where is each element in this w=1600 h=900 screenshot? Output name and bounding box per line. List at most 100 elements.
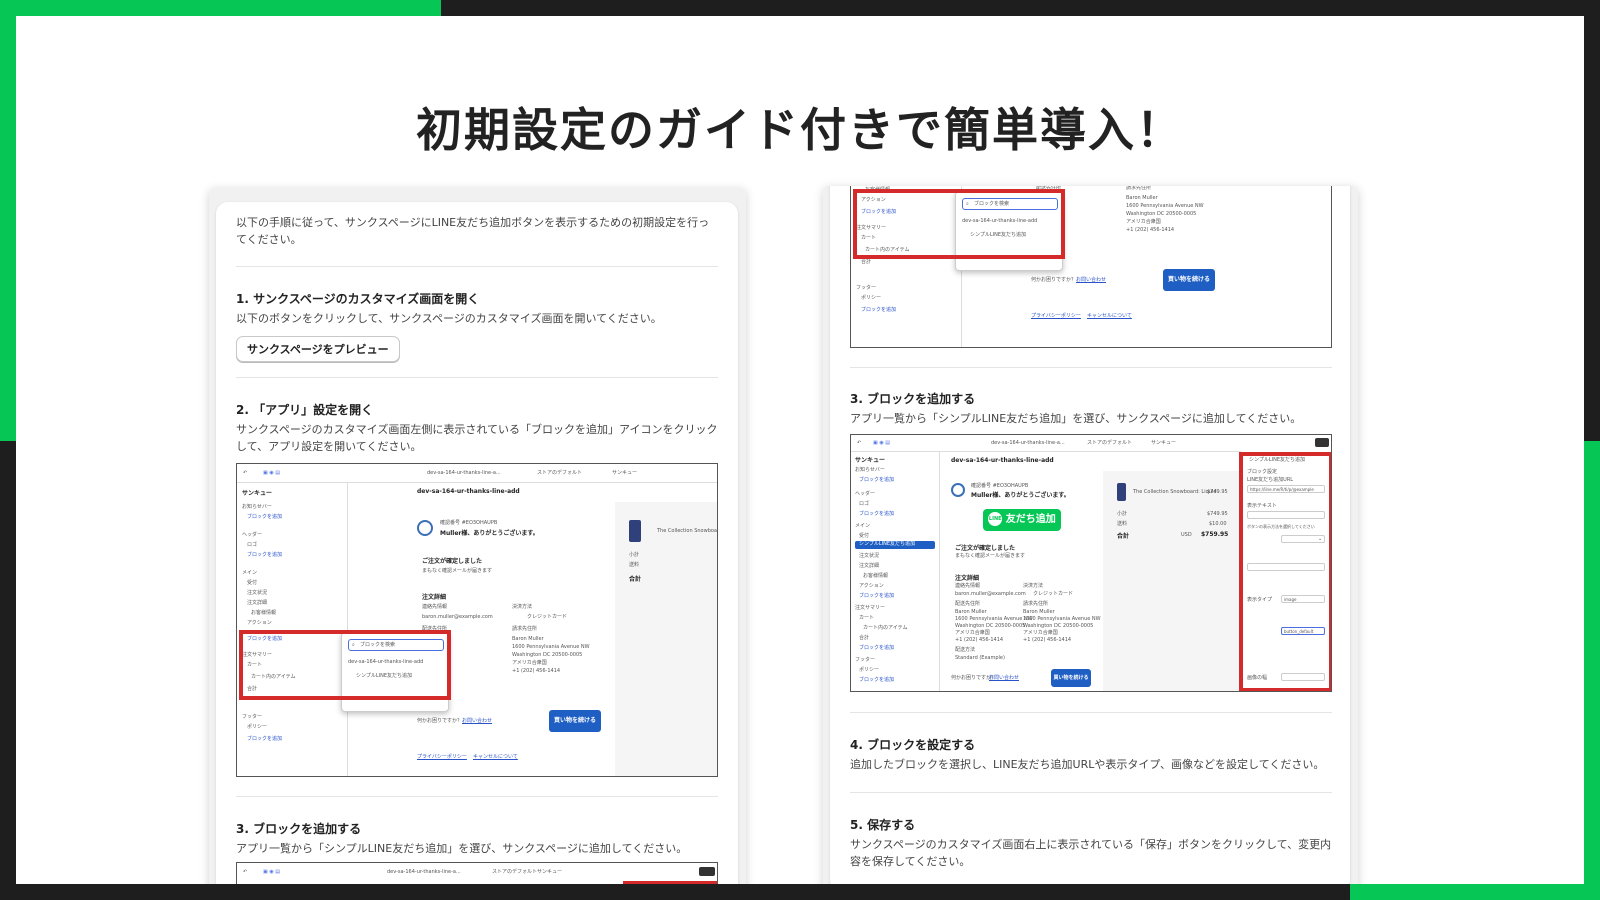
selected-app-label: シンプルLINE友だち追加 xyxy=(859,541,916,547)
continue-button[interactable]: 買い物を続ける xyxy=(1051,669,1091,687)
undo-icon: ↶ xyxy=(243,869,248,875)
highlight-box xyxy=(623,881,717,884)
billing-addr1: 1600 Pennsylvania Avenue NW xyxy=(1023,616,1101,622)
billing-name: Baron Muller xyxy=(1126,195,1158,201)
shipping-standard: Standard (Example) xyxy=(955,655,1005,661)
screenshot-add-app-partial: ↶ ▣ ◉ ▤ dev-sa-164-ur-thanks-line-a... ス… xyxy=(236,862,718,884)
privacy-link[interactable]: プライバシーポリシー xyxy=(417,754,467,761)
sidebar-add-block[interactable]: ブロックを追加 xyxy=(861,307,896,314)
page-title: 初期設定のガイド付きで簡単導入！ xyxy=(416,103,1184,157)
total-label: 合計 xyxy=(1117,533,1130,540)
contact-info: 連絡先情報 xyxy=(422,604,448,610)
sidebar-cart-items[interactable]: カート内のアイテム xyxy=(863,625,908,632)
sidebar-main: メイン xyxy=(855,523,871,529)
order-details: 注文詳細 xyxy=(422,594,447,601)
sidebar-add-block[interactable]: ブロックを追加 xyxy=(859,477,894,484)
intro-text: 以下の手順に従って、サンクスページにLINE友だち追加ボタンを表示するための初期… xyxy=(236,216,710,246)
cancel-link[interactable]: キャンセルについて xyxy=(473,754,518,761)
layout-icons: ▣ ◉ ▤ xyxy=(263,869,280,875)
sidebar-thanks[interactable]: 受付 xyxy=(859,533,869,540)
privacy-link[interactable]: プライバシーポリシー xyxy=(1031,313,1081,320)
billing-addr1: 1600 Pennsylvania Avenue NW xyxy=(1126,203,1204,209)
billing-name: Baron Muller xyxy=(512,636,544,642)
subtotal-value: $749.95 xyxy=(1207,511,1228,517)
billing-addr2: Washington DC 20500-0005 xyxy=(512,652,583,658)
contact-link[interactable]: お問い合わせ xyxy=(1076,277,1106,284)
help-text: 何かお困りですか？ xyxy=(1031,277,1077,283)
sidebar-add-block[interactable]: ブロックを追加 xyxy=(859,645,894,652)
page-label: サンキュー xyxy=(1151,440,1177,446)
billing-country: アメリカ合衆国 xyxy=(1126,219,1161,225)
sidebar-status[interactable]: 注文状況 xyxy=(859,553,879,560)
confirm-mail: まもなく確認メールが届きます xyxy=(955,553,1026,559)
continue-button[interactable]: 買い物を続ける xyxy=(549,710,601,732)
sidebar-details[interactable]: 注文詳細 xyxy=(247,600,267,607)
sidebar-add-block[interactable]: ブロックを追加 xyxy=(247,514,282,521)
step5-desc: サンクスページのカスタマイズ画面右上に表示されている「保存」ボタンをクリックして… xyxy=(850,838,1332,868)
sidebar-title: サンキュー xyxy=(242,490,273,497)
step4-title: 4. ブロックを設定する xyxy=(850,738,976,752)
sidebar-logo[interactable]: ロゴ xyxy=(859,501,869,508)
sidebar-add-block[interactable]: ブロックを追加 xyxy=(247,552,282,559)
sidebar-selected-app[interactable]: シンプルLINE友だち追加 xyxy=(855,541,935,549)
contact-link[interactable]: お問い合わせ xyxy=(462,718,492,725)
layout-icons: ▣ ◉ ▤ xyxy=(873,440,890,446)
save-button[interactable] xyxy=(1315,438,1329,447)
order-number: 確認番号 #EO3OHAUPB xyxy=(971,483,1029,489)
sidebar-add-block[interactable]: ブロックを追加 xyxy=(247,736,282,743)
highlight-box xyxy=(1239,452,1331,691)
check-icon xyxy=(417,520,433,536)
topbar-line xyxy=(237,482,717,483)
line-add-friend-button[interactable]: LINE 友だち追加 xyxy=(983,509,1061,531)
sidebar-footer: フッター xyxy=(856,285,877,291)
theme-label: ストアのデフォルト xyxy=(537,470,583,476)
shipping-addr1: 1600 Pennsylvania Avenue NW xyxy=(955,616,1033,622)
save-button[interactable] xyxy=(699,867,715,876)
layout-icons: ▣ ◉ ▤ xyxy=(263,470,280,476)
subtotal-label: 小計 xyxy=(629,552,640,558)
billing-country: アメリカ合衆国 xyxy=(1023,630,1058,636)
sidebar-title: サンキュー xyxy=(855,457,886,464)
continue-button[interactable]: 買い物を続ける xyxy=(1163,269,1215,291)
shipping-method: 配送方法 xyxy=(955,647,976,653)
step3-desc: アプリ一覧から「シンプルLINE友だち追加」を選び、サンクスページに追加してくだ… xyxy=(236,842,688,855)
divider xyxy=(850,367,1332,368)
preview-button[interactable]: サンクスページをプレビュー xyxy=(236,336,400,362)
contact-info: 連絡先情報 xyxy=(955,583,981,589)
sidebar-cart[interactable]: カート xyxy=(859,615,874,622)
sidebar-policy[interactable]: ポリシー xyxy=(247,724,267,731)
sidebar-policy[interactable]: ポリシー xyxy=(859,667,879,674)
check-icon xyxy=(951,483,965,497)
step5-title: 5. 保存する xyxy=(850,818,916,832)
sidebar-divider xyxy=(939,451,940,691)
sidebar-logo[interactable]: ロゴ xyxy=(247,542,257,549)
step1-title: 1. サンクスページのカスタマイズ画面を開く xyxy=(236,292,480,306)
sidebar-action[interactable]: アクション xyxy=(859,583,884,590)
screenshot-add-block: ↶ ▣ ◉ ▤ dev-sa-164-ur-thanks-line-a... ス… xyxy=(236,463,718,777)
card: クレジットカード xyxy=(1033,591,1074,597)
sidebar-status[interactable]: 注文状況 xyxy=(247,590,267,597)
sidebar-contact[interactable]: お客様情報 xyxy=(251,610,276,617)
left-panel: 以下の手順に従って、サンクスページにLINE友だち追加ボタンを表示するための初期… xyxy=(209,188,746,884)
page-label: サンキュー xyxy=(612,470,638,476)
total-label: 合計 xyxy=(629,576,642,583)
shipping-addr2: Washington DC 20500-0005 xyxy=(955,623,1026,629)
cancel-link[interactable]: キャンセルについて xyxy=(1087,313,1132,320)
step3-title: 3. ブロックを追加する xyxy=(850,392,976,406)
contact-link[interactable]: お問い合わせ xyxy=(989,675,1019,682)
sidebar-contact[interactable]: お客様情報 xyxy=(863,573,888,580)
sidebar-action[interactable]: アクション xyxy=(247,620,272,627)
sidebar-add-block[interactable]: ブロックを追加 xyxy=(859,593,894,600)
shipping-address: 配送先住所 xyxy=(955,601,981,607)
sidebar-details[interactable]: 注文詳細 xyxy=(859,563,879,570)
slide: 初期設定のガイド付きで簡単導入！ 以下の手順に従って、サンクスページにLINE友… xyxy=(16,16,1584,884)
sidebar-thanks[interactable]: 受付 xyxy=(247,580,257,587)
sidebar-add-block[interactable]: ブロックを追加 xyxy=(859,677,894,684)
product-image xyxy=(629,520,641,542)
store-name-short: dev-sa-164-ur-thanks-line-a... xyxy=(387,869,461,875)
billing-addr2: Washington DC 20500-0005 xyxy=(1023,623,1094,629)
undo-icon: ↶ xyxy=(243,470,248,476)
sidebar-total[interactable]: 合計 xyxy=(859,635,869,642)
sidebar-add-block[interactable]: ブロックを追加 xyxy=(859,511,894,518)
billing-address: 請求先住所 xyxy=(1023,601,1049,607)
